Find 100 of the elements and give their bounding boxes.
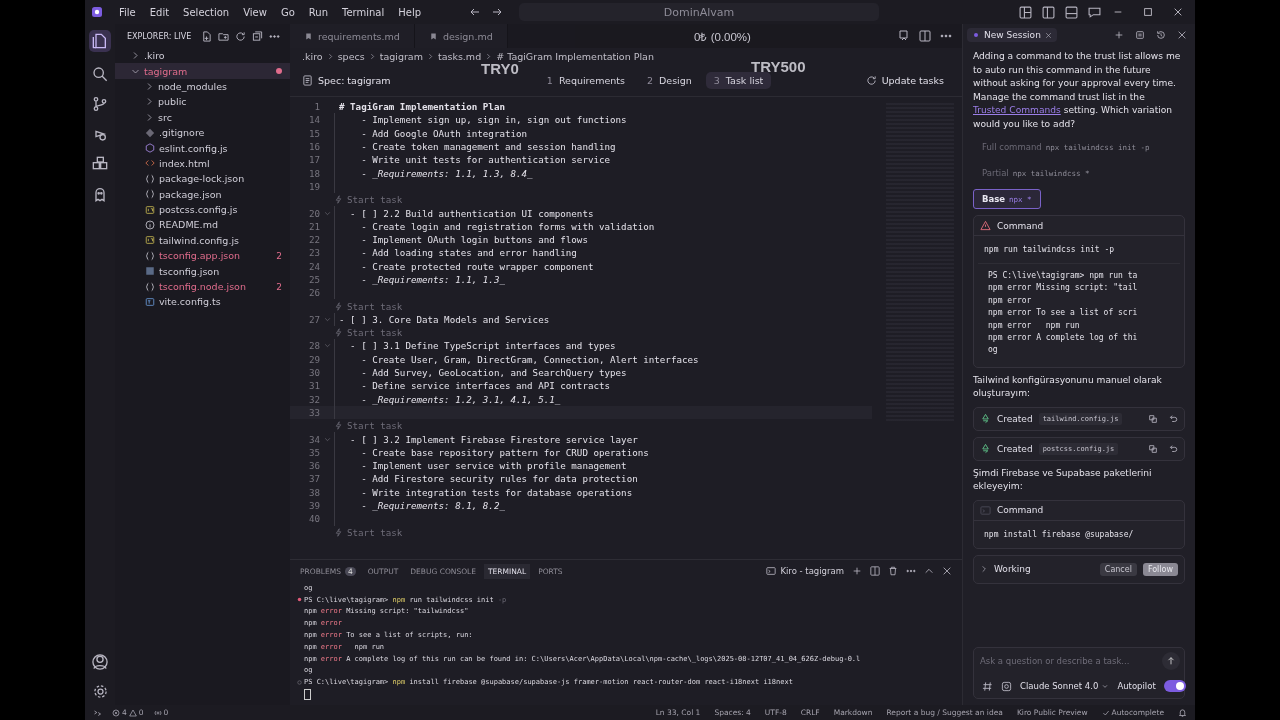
refresh-icon[interactable] — [235, 30, 247, 42]
trash-icon[interactable] — [888, 566, 898, 576]
line-number: 28 — [307, 340, 320, 352]
tree-item[interactable]: tsconfig.json — [115, 263, 290, 279]
tree-item[interactable]: tsconfig.app.json 2 — [115, 248, 290, 264]
breadcrumb-item[interactable]: # TagiGram Implementation Plan — [496, 50, 654, 62]
image-icon[interactable] — [1001, 680, 1012, 692]
line-number: 18 — [307, 167, 320, 179]
editor-tab[interactable]: requirements.md — [290, 24, 415, 48]
source-control-icon[interactable] — [92, 96, 108, 112]
bell-icon[interactable] — [1178, 708, 1187, 717]
code-line: - [ ] 2.2 Build authentication UI components — [334, 206, 594, 220]
step-tab[interactable]: 2 Design — [638, 71, 700, 89]
menu-item[interactable]: File — [113, 4, 142, 20]
session-tab[interactable]: New Session — [967, 28, 1057, 42]
panel-toggle-icon[interactable] — [1065, 5, 1078, 19]
close-icon[interactable] — [1177, 30, 1187, 40]
step-tab[interactable]: 1 Requirements — [538, 71, 633, 89]
hash-icon[interactable] — [982, 680, 993, 692]
chat-input-field[interactable]: Ask a question or describe a task... — [978, 655, 1162, 667]
new-file-icon[interactable] — [201, 30, 213, 42]
line-number: 25 — [307, 274, 320, 285]
extensions-icon[interactable] — [92, 156, 108, 172]
menu-item[interactable]: Run — [302, 4, 334, 20]
tree-item[interactable]: src — [115, 109, 290, 125]
tree-item[interactable]: README.md — [115, 217, 290, 233]
tree-item[interactable]: vite.config.ts — [115, 294, 290, 310]
remote-icon[interactable] — [93, 708, 102, 717]
chevron-right-icon — [131, 51, 140, 61]
line-number: 16 — [307, 141, 320, 153]
command-text: npm run tailwindcss init -p — [983, 244, 1116, 256]
split-icon[interactable] — [870, 566, 880, 576]
tree-item[interactable]: postcss.config.js — [115, 201, 290, 218]
tree-item[interactable]: .gitignore — [115, 124, 290, 141]
update-tasks-button[interactable]: Update tasks — [859, 73, 950, 87]
back-arrow-icon[interactable] — [469, 6, 482, 18]
sidebar-toggle-icon[interactable] — [1042, 5, 1055, 19]
breadcrumb-item[interactable]: .kiro — [302, 50, 323, 62]
trusted-commands-link[interactable]: Trusted Commands — [973, 105, 1061, 115]
send-button[interactable] — [1162, 652, 1180, 670]
cancel-button[interactable]: Cancel — [1099, 562, 1137, 576]
chevron-right-icon — [326, 52, 334, 60]
code-line: - _Requirements: 1.2, 3.1, 4.1, 5.1_ — [334, 392, 561, 406]
tree-item[interactable]: index.html — [115, 155, 290, 172]
menu-item[interactable]: Go — [274, 4, 301, 20]
code-line: - Add Survey, GeoLocation, and SearchQuery types — [334, 365, 627, 380]
history-icon[interactable] — [1156, 30, 1166, 40]
close-icon[interactable] — [1044, 31, 1052, 39]
close-icon[interactable] — [942, 566, 952, 576]
breadcrumb-item[interactable]: specs — [337, 50, 365, 62]
maximize-icon[interactable] — [1143, 7, 1153, 17]
line-number: 14 — [307, 114, 320, 126]
autopilot-toggle[interactable] — [1163, 680, 1186, 692]
forward-arrow-icon[interactable] — [491, 6, 504, 18]
tree-item[interactable]: tagigram — [115, 63, 290, 79]
model-selector[interactable]: Claude Sonnet 4.0 — [1020, 681, 1110, 691]
diff-icon[interactable] — [1148, 443, 1158, 454]
chat-toggle-icon[interactable] — [1088, 5, 1101, 19]
tree-item[interactable]: package-lock.json — [115, 171, 290, 187]
breadcrumb-item[interactable]: tagigram — [379, 50, 423, 62]
code-line: - Add Google OAuth integration — [334, 126, 528, 140]
step-tab[interactable]: 3 Task list — [705, 71, 772, 89]
undo-icon[interactable] — [1168, 413, 1178, 424]
open-preview-icon[interactable] — [898, 30, 910, 42]
split-editor-icon[interactable] — [919, 30, 931, 42]
editor-tab[interactable]: design.md — [414, 24, 508, 48]
close-icon[interactable] — [1173, 7, 1183, 17]
diff-icon[interactable] — [1148, 413, 1158, 424]
terminal-icon — [766, 566, 777, 576]
plus-icon[interactable] — [852, 566, 862, 576]
tree-item[interactable]: tailwind.config.js — [115, 232, 290, 249]
menu-item[interactable]: Terminal — [336, 4, 391, 20]
markdown-file-icon — [304, 31, 313, 41]
ghost-icon[interactable] — [92, 186, 108, 202]
menu-item[interactable]: Edit — [143, 4, 176, 20]
collapse-all-icon[interactable] — [252, 30, 264, 42]
undo-icon[interactable] — [1168, 443, 1178, 454]
explorer-icon[interactable] — [89, 30, 111, 52]
settings-icon[interactable] — [92, 684, 108, 699]
tree-item[interactable]: tsconfig.node.json 2 — [115, 278, 290, 295]
layout-icon[interactable] — [1019, 5, 1032, 19]
tree-item[interactable]: package.json — [115, 186, 290, 202]
terminal-name[interactable]: Kiro - tagigram — [766, 566, 844, 576]
menu-item[interactable]: View — [237, 4, 273, 20]
breadcrumb-item[interactable]: tasks.md — [437, 50, 482, 62]
search-icon[interactable] — [92, 66, 108, 82]
new-folder-icon[interactable] — [218, 30, 230, 42]
message-text: Adding a command to the trust list allows me to auto run this command in the future without asking for your approval every time. Manage the command trust list in the Trusted Commands setting. Which variation would you like to add? — [973, 50, 1182, 131]
tree-item[interactable]: node_modules — [115, 78, 290, 95]
chevron-up-icon[interactable] — [924, 566, 934, 576]
angle-brackets-icon — [145, 158, 155, 169]
tree-item[interactable]: public — [115, 94, 290, 110]
tree-item[interactable]: .kiro — [115, 48, 290, 64]
plus-icon[interactable] — [1114, 30, 1124, 40]
account-icon[interactable] — [92, 654, 108, 670]
tree-item[interactable]: eslint.config.js — [115, 140, 290, 156]
menu-item[interactable]: Help — [392, 4, 428, 20]
chevron-right-icon[interactable] — [980, 565, 988, 574]
menu-item[interactable]: Selection — [177, 4, 236, 20]
list-icon[interactable] — [1135, 30, 1145, 40]
